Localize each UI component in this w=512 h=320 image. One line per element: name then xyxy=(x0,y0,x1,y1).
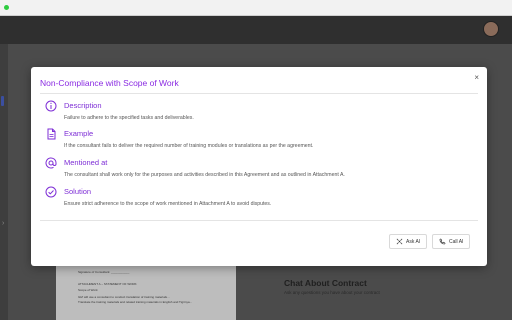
info-icon xyxy=(45,100,57,112)
phone-icon xyxy=(439,238,446,245)
call-ai-label: Call AI xyxy=(449,238,464,245)
doc-line: ATTACHMENT A – STATEMENT OF WORK xyxy=(78,282,137,286)
ask-ai-label: Ask AI xyxy=(406,238,421,245)
issue-detail-modal: Non-Compliance with Scope of Work × Desc… xyxy=(31,67,487,266)
chevron-right-icon[interactable]: › xyxy=(2,220,4,227)
doc-line: Signature of Consultant: ___________ xyxy=(78,270,130,274)
left-rail: › xyxy=(0,44,8,320)
section-body: If the consultant fails to deliver the r… xyxy=(64,143,314,149)
rail-active-marker xyxy=(1,96,4,106)
document-icon xyxy=(45,128,57,140)
call-ai-button[interactable]: Call AI xyxy=(432,234,471,249)
section-body: Ensure strict adherence to the scope of … xyxy=(64,201,272,207)
window-status-dot xyxy=(4,5,9,10)
chat-title: Chat About Contract xyxy=(284,278,367,288)
avatar[interactable] xyxy=(483,21,499,37)
section-body: Failure to adhere to the specified tasks… xyxy=(64,115,194,121)
section-title: Solution xyxy=(64,187,92,196)
doc-line: GIZ will use a consultant to conduct tra… xyxy=(78,295,170,299)
section-body: The consultant shall work only for the p… xyxy=(64,172,345,178)
doc-line: Scope of Work xyxy=(78,288,98,292)
footer-divider xyxy=(40,220,478,221)
at-icon xyxy=(45,157,57,169)
modal-title: Non-Compliance with Scope of Work xyxy=(40,78,179,88)
app-header xyxy=(0,16,512,44)
close-icon[interactable]: × xyxy=(474,73,479,82)
check-circle-icon xyxy=(45,186,57,198)
section-title: Mentioned at xyxy=(64,158,108,167)
browser-chrome xyxy=(0,0,512,16)
chat-subtitle: Ask any questions you have about your co… xyxy=(284,290,380,295)
header-divider xyxy=(40,93,478,94)
doc-line: Translate the training materials and rel… xyxy=(78,300,193,304)
sparkle-icon xyxy=(396,238,403,245)
section-title: Example xyxy=(64,129,94,138)
contract-document-preview: Signature of Consultant: ___________ ATT… xyxy=(56,264,236,320)
ask-ai-button[interactable]: Ask AI xyxy=(389,234,428,249)
section-title: Description xyxy=(64,101,102,110)
